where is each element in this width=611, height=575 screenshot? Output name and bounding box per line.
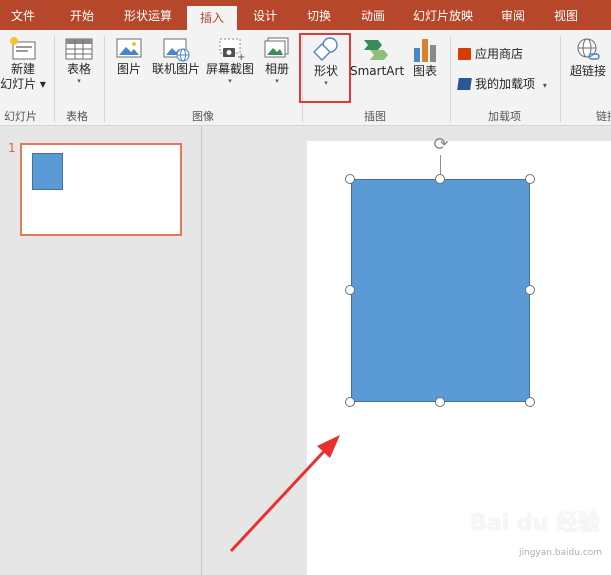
chart-label: 图表 [412, 64, 437, 78]
hyperlink-icon [577, 38, 600, 60]
svg-text:+: + [237, 52, 245, 62]
smartart-label: SmartArt [350, 64, 405, 78]
resize-handle-top-left[interactable] [345, 174, 355, 184]
tab-design[interactable]: 设计 [242, 0, 288, 30]
group-label-slides: 幻灯片 [4, 110, 37, 123]
group-separator [54, 36, 55, 122]
slide-number: 1 [8, 141, 16, 155]
selected-rectangle-shape[interactable] [351, 179, 530, 402]
hyperlink-button[interactable]: 超链接 [566, 36, 610, 79]
group-separator [104, 36, 105, 122]
online-picture-label: 联机图片 [151, 62, 200, 76]
rotate-handle-icon[interactable]: ⟳ [431, 135, 451, 155]
addins-icon [457, 78, 472, 90]
smartart-button[interactable]: SmartArt [350, 36, 404, 79]
resize-handle-bottom-right[interactable] [525, 397, 535, 407]
tab-file[interactable]: 文件 [0, 0, 46, 30]
slide-thumbnail[interactable] [20, 143, 182, 236]
new-slide-label-1: 新建 [10, 62, 35, 76]
tab-slide-show[interactable]: 幻灯片放映 [405, 0, 481, 30]
store-label: 应用商店 [475, 47, 524, 61]
resize-handle-bottom-left[interactable] [345, 397, 355, 407]
ribbon-insert: 新建 幻灯片 ▾ 表格 ▾ 图片 联机图片 + 屏幕截图 ▾ 相册 ▾ 形状 ▾… [0, 30, 611, 126]
tab-review[interactable]: 审阅 [490, 0, 536, 30]
tab-view[interactable]: 视图 [543, 0, 589, 30]
chevron-down-icon: ▾ [275, 77, 279, 85]
picture-icon [116, 38, 142, 58]
group-separator [560, 36, 561, 122]
chart-button[interactable]: 图表 [406, 36, 444, 79]
tab-shape-operations[interactable]: 形状运算 [116, 0, 180, 30]
screenshot-button[interactable]: + 屏幕截图 ▾ [204, 36, 256, 86]
tab-animations[interactable]: 动画 [350, 0, 396, 30]
resize-handle-left[interactable] [345, 285, 355, 295]
thumbnail-rectangle [32, 153, 63, 190]
group-label-images: 图像 [192, 110, 214, 123]
hyperlink-label: 超链接 [569, 64, 606, 78]
watermark-url: jingyan.baidu.com [519, 548, 603, 558]
resize-handle-right[interactable] [525, 285, 535, 295]
resize-handle-bottom[interactable] [435, 397, 445, 407]
screenshot-label: 屏幕截图 [205, 62, 254, 76]
new-slide-icon [10, 37, 36, 60]
new-slide-label-2: 幻灯片 ▾ [0, 77, 46, 91]
group-label-links: 链接 [596, 110, 611, 123]
picture-button[interactable]: 图片 [110, 36, 148, 77]
tab-insert[interactable]: 插入 [187, 6, 237, 30]
table-icon [65, 38, 93, 60]
my-addins-label: 我的加载项 [475, 77, 536, 91]
ribbon-tab-bar: 文件 开始 形状运算 插入 设计 切换 动画 幻灯片放映 审阅 视图 [0, 0, 611, 30]
group-separator [450, 36, 451, 122]
smartart-icon [364, 40, 388, 60]
store-button[interactable]: 应用商店 [458, 46, 523, 62]
chart-icon [414, 39, 436, 62]
photo-album-label: 相册 [264, 62, 289, 76]
baidu-watermark-logo: Bai du 经验 [470, 511, 600, 536]
table-label: 表格 [66, 62, 91, 76]
online-picture-icon [163, 38, 190, 62]
resize-handle-top[interactable] [435, 174, 445, 184]
group-label-addins: 加载项 [488, 110, 521, 123]
group-label-illustrations: 插图 [364, 110, 386, 123]
table-button[interactable]: 表格 ▾ [60, 36, 98, 86]
online-picture-button[interactable]: 联机图片 [150, 36, 202, 77]
tab-home[interactable]: 开始 [56, 0, 108, 30]
screenshot-icon: + [219, 38, 245, 62]
resize-handle-top-right[interactable] [525, 174, 535, 184]
picture-label: 图片 [116, 62, 141, 76]
slide-thumbnail-pane: 1 [0, 127, 202, 575]
chevron-down-icon: ▾ [228, 77, 232, 85]
photo-album-button[interactable]: 相册 ▾ [258, 36, 296, 86]
chevron-down-icon: ▾ [77, 77, 81, 85]
store-icon [458, 48, 471, 60]
red-arrow-annotation [229, 435, 340, 553]
my-addins-button[interactable]: 我的加载项 ▾ [457, 76, 547, 94]
photo-album-icon [264, 37, 289, 58]
new-slide-button[interactable]: 新建 幻灯片 ▾ [0, 36, 46, 92]
chevron-down-icon: ▾ [542, 81, 547, 90]
group-label-tables: 表格 [66, 110, 88, 123]
tab-transitions[interactable]: 切换 [296, 0, 342, 30]
shapes-highlight-box [299, 33, 351, 103]
